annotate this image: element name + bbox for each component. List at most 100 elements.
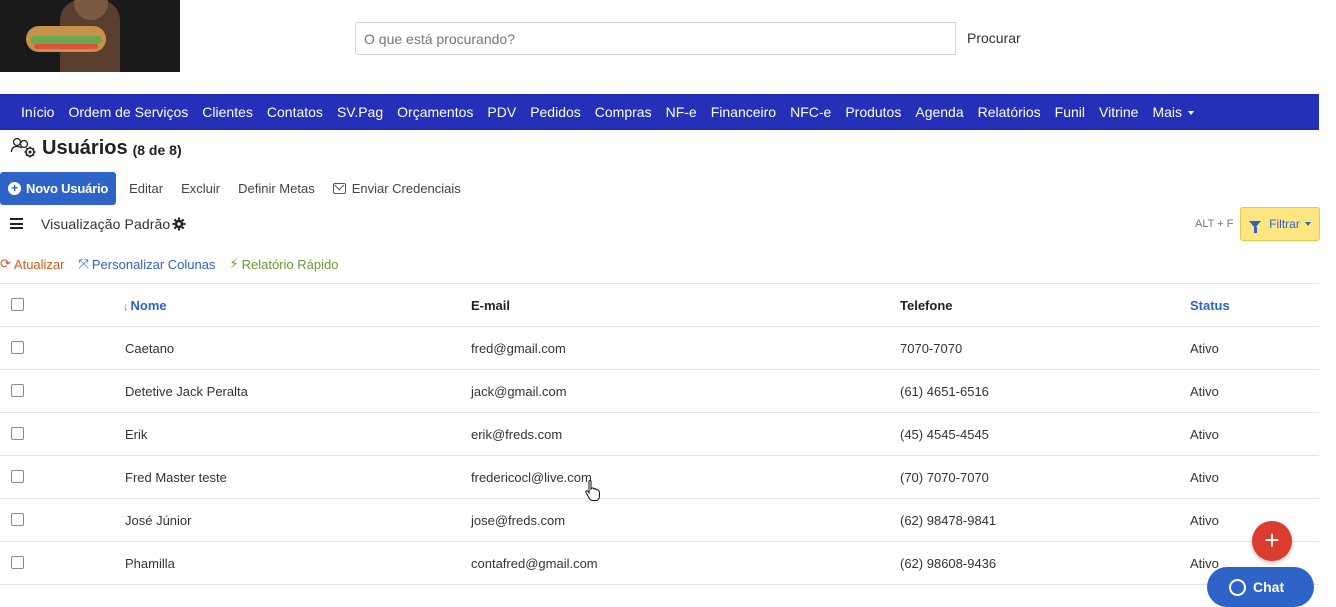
bolt-icon: ⚡ — [229, 256, 239, 271]
sort-down-icon: ↓ — [123, 301, 129, 313]
new-user-button[interactable]: + Novo Usuário — [0, 172, 117, 205]
floating-add-button[interactable]: + — [1252, 521, 1292, 561]
table-row[interactable]: Detetive Jack Peralta jack@gmail.com (61) … — [0, 370, 1319, 413]
table-row[interactable]: Caetano fred@gmail.com 7070-7070 Ativo — [0, 327, 1319, 370]
cell-name: Erik — [125, 427, 148, 442]
delete-button[interactable]: Excluir — [181, 181, 220, 196]
nav-item-agenda[interactable]: Agenda — [908, 94, 970, 130]
filter-shortcut-hint: ALT + F — [1195, 218, 1234, 230]
cell-email: fredericocl@live.com — [471, 470, 592, 485]
column-header-name-label: Nome — [130, 298, 167, 313]
nav-item-pedidos[interactable]: Pedidos — [523, 94, 588, 130]
expand-arrows-icon: ⤧ — [78, 256, 89, 271]
nav-item-vitrine[interactable]: Vitrine — [1092, 94, 1145, 130]
chat-button[interactable]: Chat — [1207, 567, 1314, 607]
table-row[interactable]: Phamilla contafred@gmail.com (62) 98608-94… — [0, 542, 1319, 585]
cell-email: jose@freds.com — [471, 513, 566, 528]
users-table: ↓ Nome E-mail Telefone Status Caetano fred… — [0, 283, 1319, 585]
logo-sandwich-tomato — [34, 44, 98, 49]
cell-status: Ativo — [1190, 470, 1219, 485]
quick-report-link[interactable]: ⚡ Relatório Rápido — [229, 256, 338, 272]
table-header-row: ↓ Nome E-mail Telefone Status — [0, 284, 1319, 327]
send-credentials-button[interactable]: Enviar Credenciais — [332, 181, 461, 196]
hamburger-menu-icon[interactable] — [10, 218, 23, 229]
set-goals-button[interactable]: Definir Metas — [238, 181, 315, 196]
page-title: Usuários — [42, 136, 128, 159]
quick-report-label: Relatório Rápido — [241, 256, 339, 272]
nav-item-contatos[interactable]: Contatos — [260, 94, 330, 130]
table-row[interactable]: José Júnior jose@freds.com (62) 98478-9841… — [0, 499, 1319, 542]
cell-status: Ativo — [1190, 513, 1219, 528]
page-header: Usuários (8 de 8) — [10, 136, 182, 160]
refresh-link[interactable]: ⟳ Atualizar — [0, 256, 64, 272]
nav-item-produtos[interactable]: Produtos — [838, 94, 908, 130]
search-field — [355, 22, 956, 55]
row-checkbox[interactable] — [11, 556, 24, 569]
select-all-checkbox[interactable] — [11, 298, 24, 311]
funnel-icon — [1249, 220, 1262, 233]
hand-pointer-cursor-icon — [585, 480, 600, 501]
cell-name: José Júnior — [125, 513, 192, 528]
gear-icon[interactable] — [172, 217, 186, 231]
row-checkbox[interactable] — [11, 427, 24, 440]
nav-item-funil[interactable]: Funil — [1048, 94, 1092, 130]
filter-button[interactable]: Filtrar — [1240, 207, 1320, 241]
cell-name: Caetano — [125, 341, 175, 356]
view-selector[interactable]: Visualização Padrão — [41, 216, 170, 232]
logo-sandwich-lettuce — [30, 36, 102, 44]
company-logo[interactable] — [0, 0, 180, 72]
customize-columns-label: Personalizar Colunas — [91, 256, 216, 272]
edit-button[interactable]: Editar — [129, 181, 163, 196]
column-header-name[interactable]: ↓ Nome — [123, 284, 167, 329]
chat-bubble-icon — [1229, 579, 1246, 596]
search-button[interactable]: Procurar — [956, 22, 1032, 55]
caret-down-icon — [1188, 111, 1195, 116]
search-input[interactable] — [356, 23, 955, 54]
nav-item-clientes[interactable]: Clientes — [195, 94, 260, 130]
nav-item-orcamentos[interactable]: Orçamentos — [390, 94, 480, 130]
nav-more-label: Mais — [1152, 104, 1183, 120]
cell-phone: (61) 4651-6516 — [900, 384, 989, 399]
main-navbar: Início Ordem de Serviços Clientes Contatos S… — [0, 94, 1319, 130]
cell-name: Detetive Jack Peralta — [125, 384, 248, 399]
refresh-icon: ⟳ — [0, 256, 11, 271]
cell-name: Fred Master teste — [125, 470, 227, 485]
nav-item-financeiro[interactable]: Financeiro — [704, 94, 783, 130]
column-header-email: E-mail — [471, 298, 511, 313]
cell-status: Ativo — [1190, 384, 1219, 399]
cell-phone: (62) 98478-9841 — [900, 513, 997, 528]
nav-item-compras[interactable]: Compras — [588, 94, 659, 130]
row-checkbox[interactable] — [11, 470, 24, 483]
cell-email: jack@gmail.com — [471, 384, 567, 399]
cell-status: Ativo — [1190, 427, 1219, 442]
refresh-label: Atualizar — [13, 256, 65, 272]
nav-item-nf-e[interactable]: NF-e — [659, 94, 704, 130]
nav-item-inicio[interactable]: Início — [14, 94, 61, 130]
row-checkbox[interactable] — [11, 384, 24, 397]
filter-label: Filtrar — [1269, 217, 1300, 231]
table-row[interactable]: Fred Master teste fredericocl@live.com (70… — [0, 456, 1319, 499]
customize-columns-link[interactable]: ⤧ Personalizar Colunas — [78, 256, 215, 272]
nav-item-sv-pag[interactable]: SV.Pag — [330, 94, 390, 130]
nav-item-mais[interactable]: Mais — [1145, 94, 1201, 130]
cell-status: Ativo — [1190, 341, 1219, 356]
row-checkbox[interactable] — [11, 513, 24, 526]
nav-item-ordem-de-servicos[interactable]: Ordem de Serviços — [61, 94, 195, 130]
record-toolbar: + Novo Usuário Editar Excluir Definir Me… — [0, 172, 466, 205]
cell-email: fred@gmail.com — [471, 341, 566, 356]
envelope-icon — [332, 183, 346, 194]
plus-circle-icon: + — [8, 182, 21, 195]
table-row[interactable]: Erik erik@freds.com (45) 4545-4545 Ativo — [0, 413, 1319, 456]
send-credentials-label: Enviar Credenciais — [351, 181, 461, 196]
column-header-phone: Telefone — [900, 298, 953, 313]
row-checkbox[interactable] — [11, 341, 24, 354]
column-header-status[interactable]: Status — [1190, 284, 1230, 327]
new-user-label: Novo Usuário — [26, 181, 109, 196]
cell-name: Phamilla — [125, 556, 175, 571]
cell-phone: (62) 98608-9436 — [900, 556, 997, 571]
nav-item-nfc-e[interactable]: NFC-e — [783, 94, 838, 130]
nav-item-pdv[interactable]: PDV — [480, 94, 523, 130]
nav-item-relatorios[interactable]: Relatórios — [971, 94, 1048, 130]
cell-phone: 7070-7070 — [900, 341, 963, 356]
users-cog-icon — [10, 137, 36, 158]
